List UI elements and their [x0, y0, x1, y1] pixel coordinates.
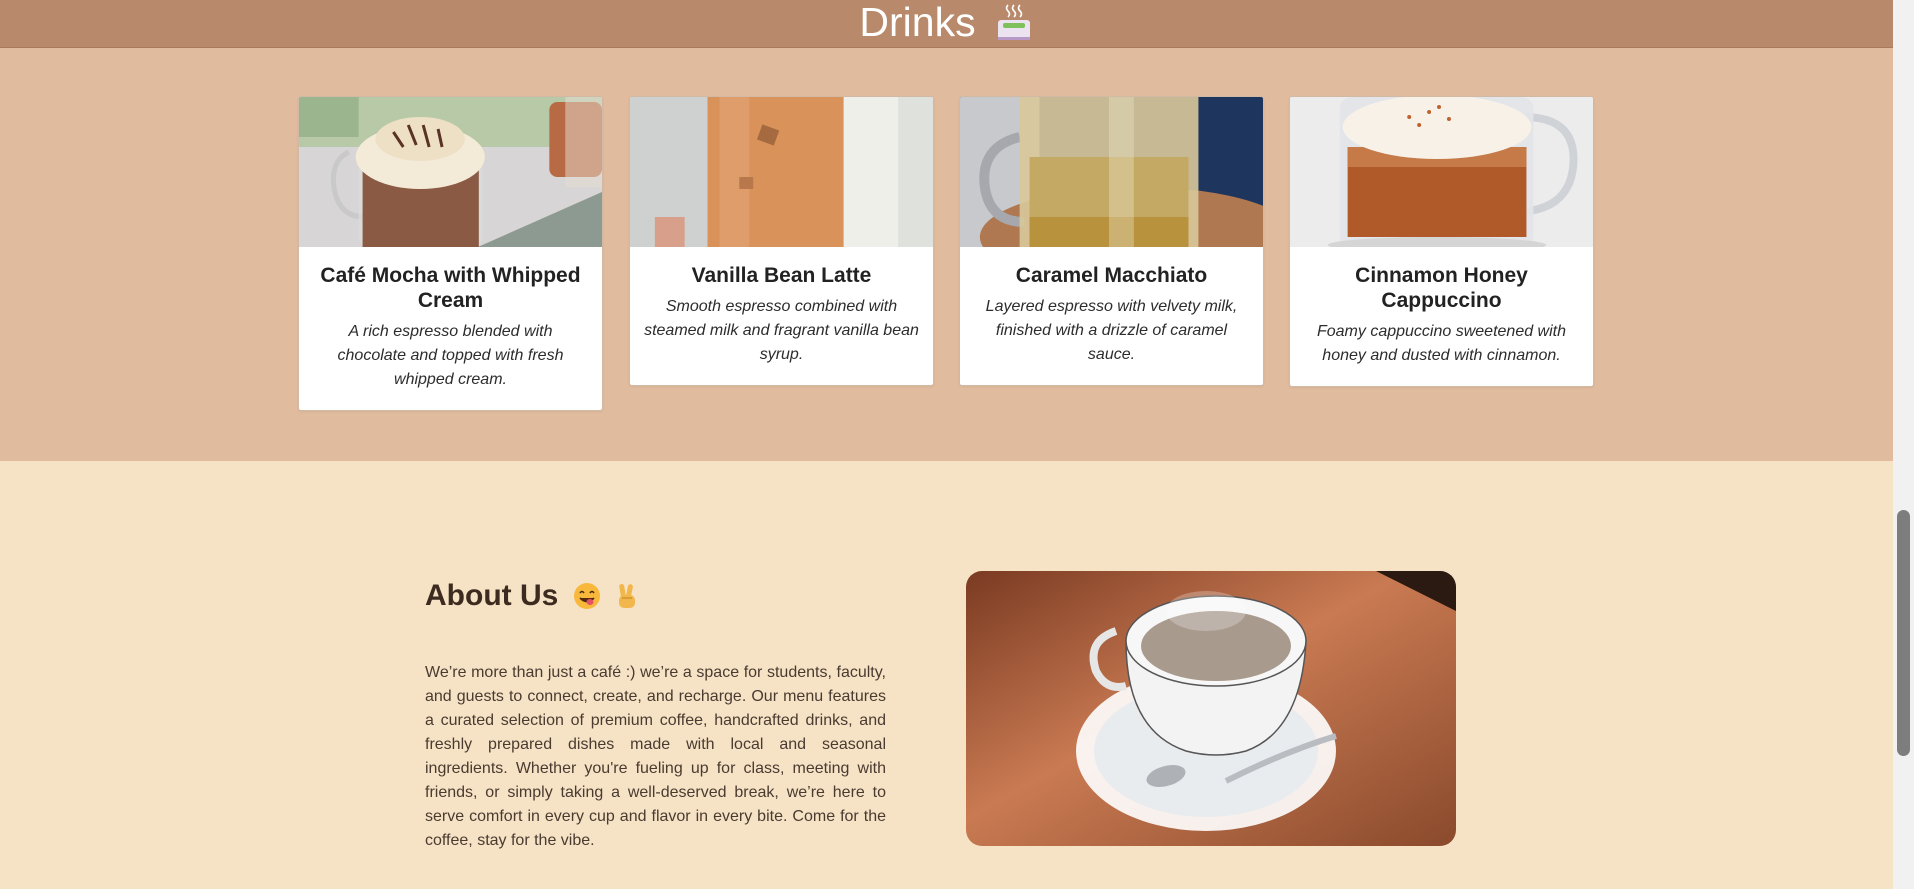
- drink-name: Vanilla Bean Latte: [691, 264, 872, 287]
- drink-card-cinnamon-honey-cappuccino[interactable]: Cinnamon Honey Cappuccino Foamy cappucci…: [1289, 96, 1594, 387]
- drink-description: A rich espresso blended with chocolate a…: [337, 323, 564, 388]
- hot-beverage-icon: [997, 3, 1030, 40]
- victory-hand-icon: [619, 583, 636, 608]
- about-heading: About Us: [425, 579, 642, 613]
- drinks-title-text: Drinks: [859, 0, 976, 45]
- about-emojis: [572, 581, 642, 611]
- drink-description: Foamy cappuccino sweetened with honey an…: [1316, 323, 1567, 364]
- drink-name: Caramel Macchiato: [1015, 264, 1208, 287]
- drink-card-cafe-mocha[interactable]: Café Mocha with Whipped Cream A rich esp…: [298, 96, 603, 411]
- coffee-cup-illustration: [966, 571, 1456, 846]
- about-section: About Us We’re more than just a café :) …: [0, 461, 1893, 889]
- caramel-macchiato-image: [960, 97, 1263, 247]
- drink-name: Café Mocha with Whipped Cream: [320, 264, 581, 312]
- drink-card-caramel-macchiato[interactable]: Caramel Macchiato Layered espresso with …: [959, 96, 1264, 386]
- about-title-text: About Us: [425, 579, 559, 612]
- cinnamon-honey-cappuccino-image: [1290, 97, 1593, 247]
- about-description: We’re more than just a café :) we’re a s…: [425, 664, 886, 849]
- drinks-heading: Drinks: [859, 0, 1033, 46]
- page-scrollbar[interactable]: [1893, 0, 1914, 889]
- drink-description: Layered espresso with velvety milk, fini…: [985, 298, 1238, 363]
- scrollbar-thumb[interactable]: [1897, 510, 1910, 756]
- vanilla-bean-latte-image: [630, 97, 933, 247]
- cafe-mocha-image: [299, 97, 602, 247]
- drinks-header: Drinks: [0, 0, 1893, 48]
- page: Drinks Café Mocha with Whipped Cream A r…: [0, 0, 1893, 889]
- drink-card-vanilla-bean-latte[interactable]: Vanilla Bean Latte Smooth espresso combi…: [629, 96, 934, 386]
- drink-description: Smooth espresso combined with steamed mi…: [644, 298, 919, 363]
- drink-name: Cinnamon Honey Cappuccino: [1355, 264, 1528, 312]
- face-savoring-food-icon: [574, 583, 601, 609]
- drinks-section: Café Mocha with Whipped Cream A rich esp…: [0, 48, 1893, 461]
